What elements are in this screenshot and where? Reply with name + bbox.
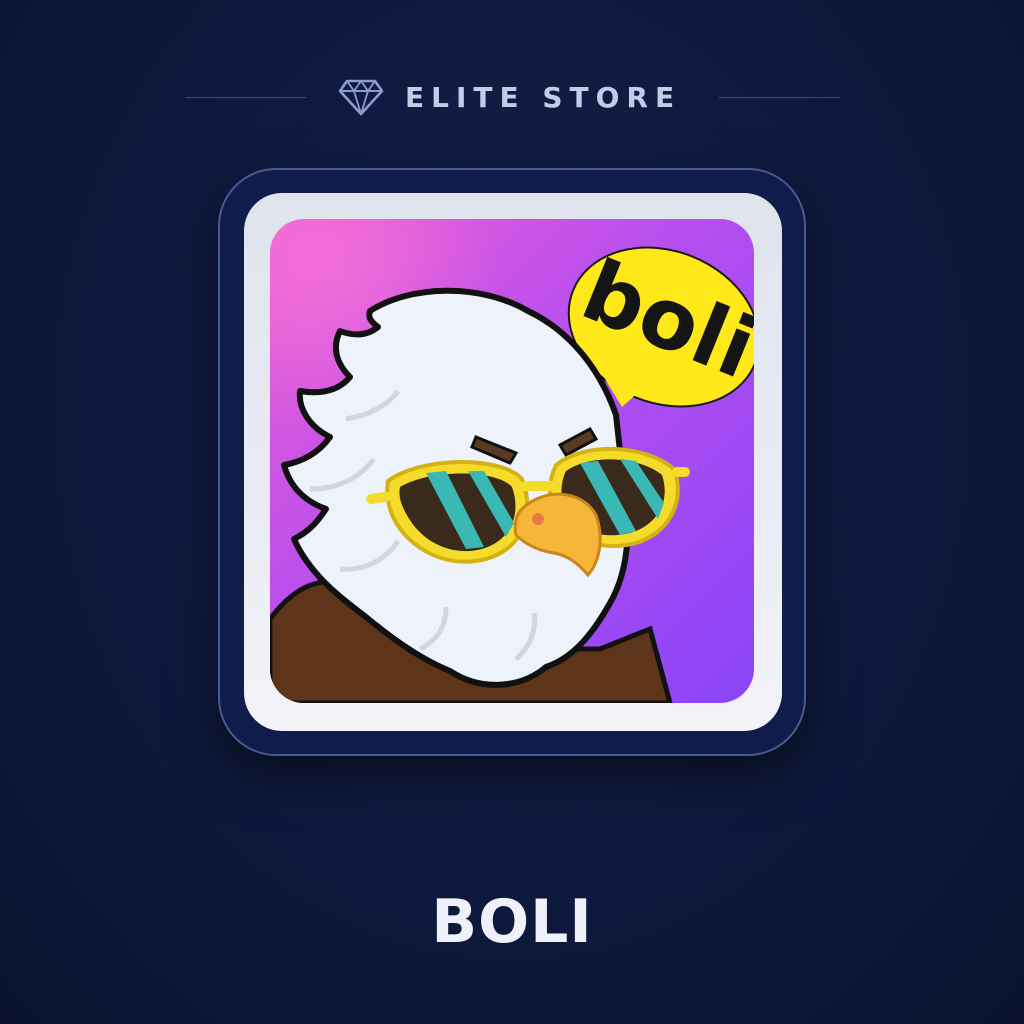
header-divider-right xyxy=(719,97,840,98)
boli-eagle-app-icon: boli xyxy=(270,219,754,703)
store-name: ELITE STORE xyxy=(405,81,682,114)
app-icon[interactable]: boli xyxy=(270,219,754,703)
app-title: BOLI xyxy=(431,887,593,957)
header-divider-left xyxy=(185,97,306,98)
store-header: ELITE STORE xyxy=(0,70,1024,126)
diamond-icon xyxy=(338,79,384,116)
